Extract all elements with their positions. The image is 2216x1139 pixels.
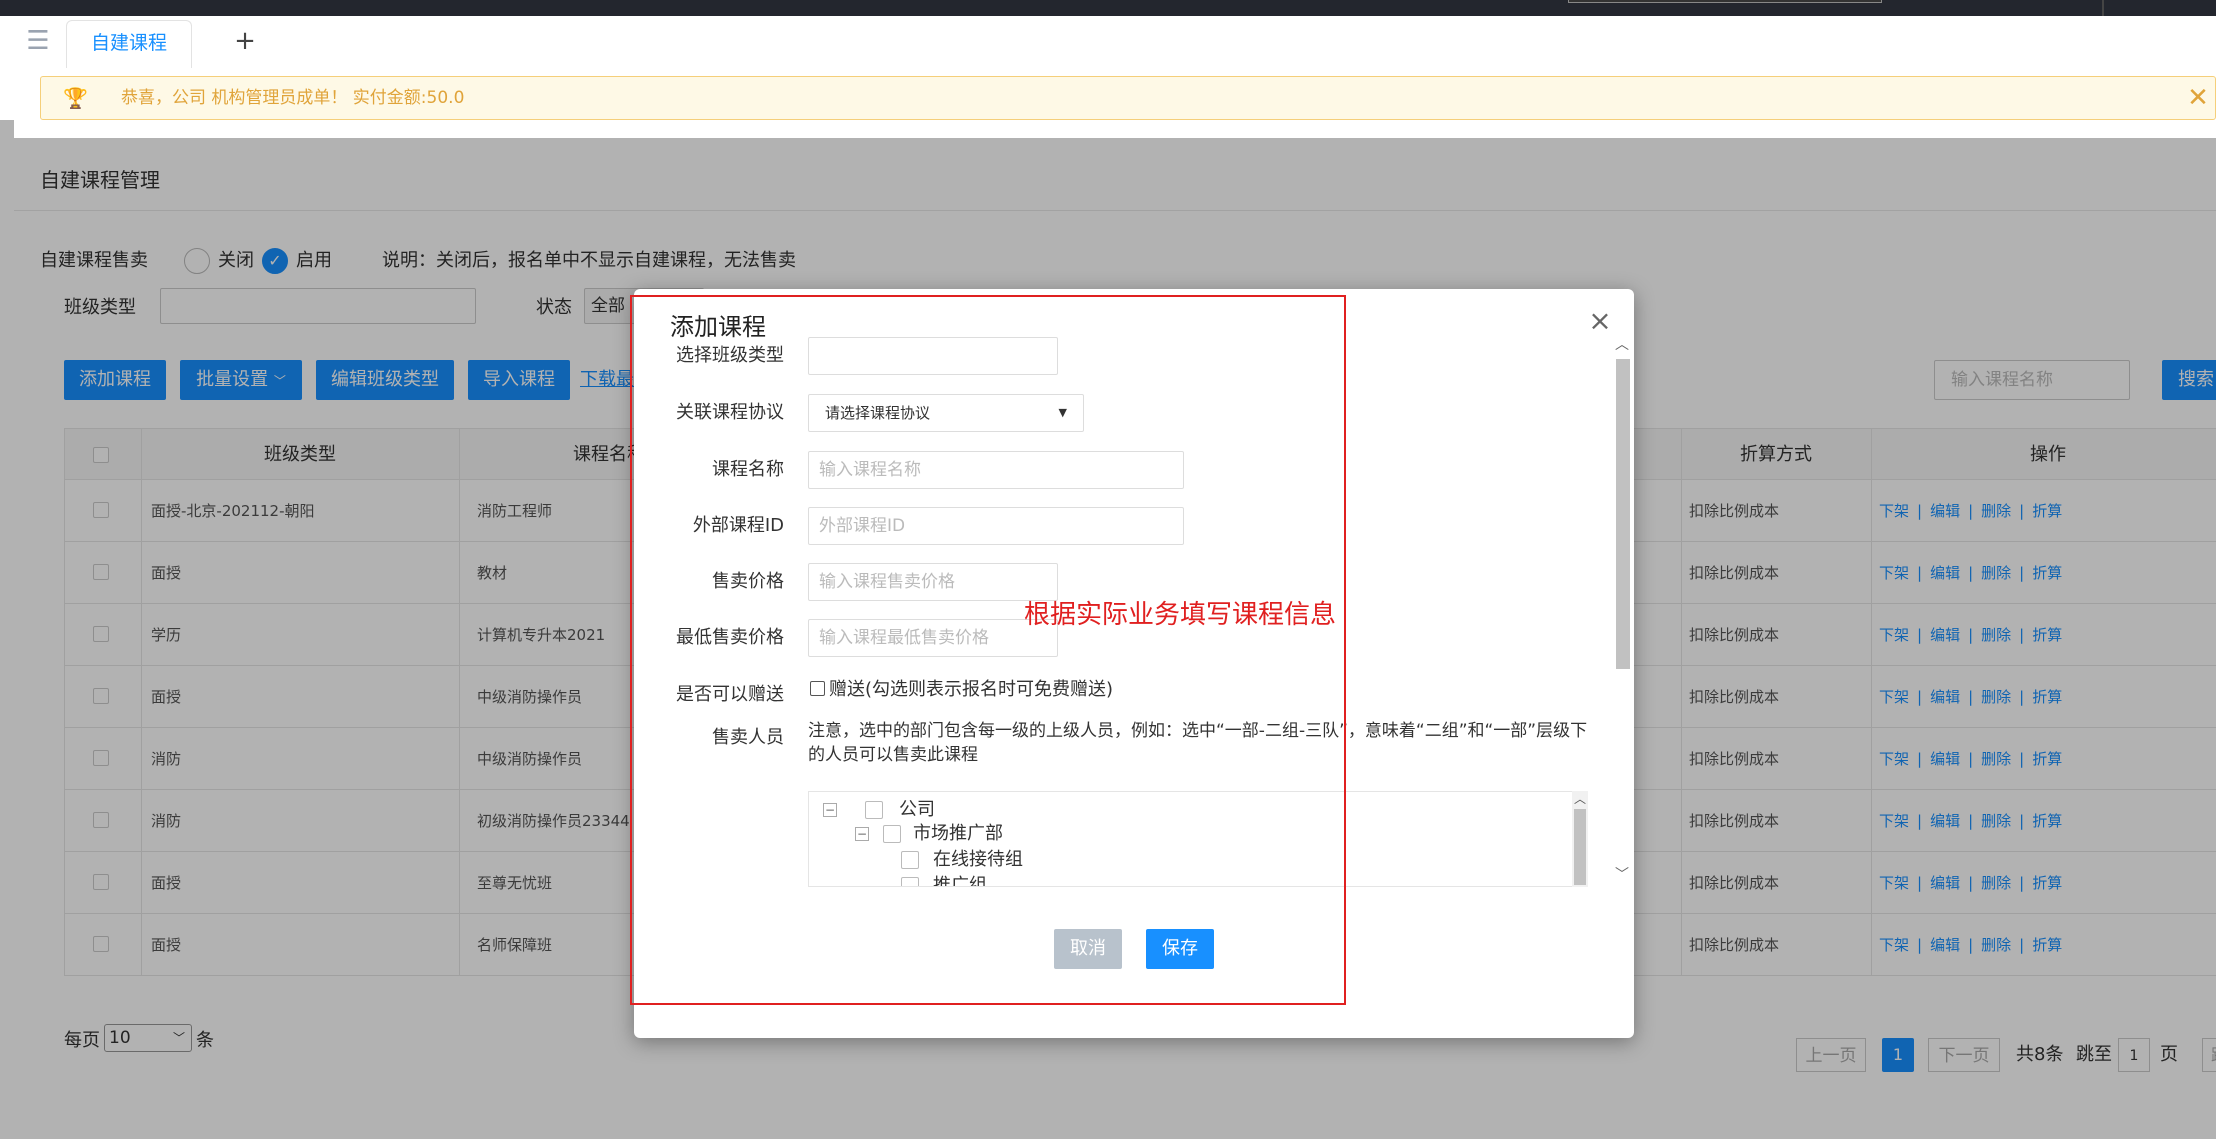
trophy-icon: 🏆: [63, 86, 88, 110]
notice-message: 恭喜，公司 机构管理员成单！ 实付金额:50.0: [121, 88, 465, 108]
order-notice-banner: 🏆 恭喜，公司 机构管理员成单！ 实付金额:50.0 ✕: [40, 76, 2216, 120]
close-icon[interactable]: ✕: [2181, 79, 2215, 117]
browser-top-bar: [0, 0, 2216, 16]
scroll-up-icon[interactable]: ︿: [1572, 791, 1588, 807]
close-icon[interactable]: ×: [1586, 307, 1614, 335]
scroll-thumb[interactable]: [1574, 809, 1586, 885]
top-search-box[interactable]: [1568, 0, 1882, 3]
add-tab-button[interactable]: +: [230, 26, 260, 56]
scroll-down-icon[interactable]: ﹀: [1612, 865, 1632, 885]
top-divider: [2102, 0, 2104, 16]
tab-bar: ☰ 自建课程 +: [0, 16, 2216, 68]
tree-scrollbar[interactable]: ︿: [1572, 791, 1588, 887]
tab-custom-course[interactable]: 自建课程: [66, 20, 192, 68]
annotation-highlight-box: [630, 295, 1346, 1005]
modal-overlay-edge: [0, 120, 14, 1139]
dialog-scrollbar[interactable]: ︿ ﹀: [1612, 335, 1632, 883]
menu-fold-icon[interactable]: ☰: [22, 26, 54, 56]
annotation-text: 根据实际业务填写课程信息: [1024, 600, 1337, 630]
scroll-thumb[interactable]: [1616, 359, 1630, 669]
scroll-up-icon[interactable]: ︿: [1612, 335, 1632, 355]
